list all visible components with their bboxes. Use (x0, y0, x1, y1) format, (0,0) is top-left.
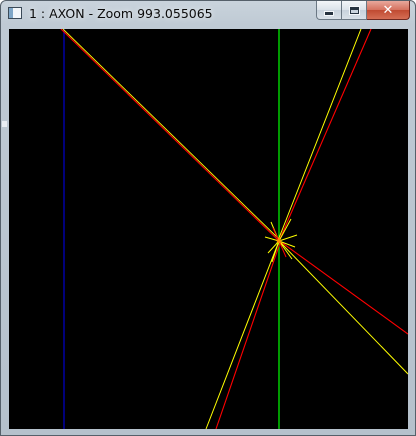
red-diagonal-lower-left (215, 242, 281, 429)
title-bar[interactable]: 1 : AXON - Zoom 993.055065 ✕ (1, 1, 415, 27)
red-diagonal-right (280, 241, 408, 335)
yellow-diagonal-lower-left (205, 240, 280, 429)
axon-window: 1 : AXON - Zoom 993.055065 ✕ (0, 0, 416, 436)
maximize-icon (348, 5, 360, 15)
window-title: 1 : AXON - Zoom 993.055065 (29, 6, 213, 21)
caption-buttons: ✕ (316, 1, 410, 21)
center-node (276, 238, 282, 244)
axon-drawing (60, 29, 408, 429)
window-app-icon[interactable] (8, 7, 22, 19)
minimize-button[interactable] (316, 1, 342, 20)
red-diagonal-upper-right (278, 29, 372, 242)
minimize-icon (324, 10, 334, 16)
maximize-button[interactable] (342, 1, 367, 20)
yellow-diagonal-upper-left (62, 29, 281, 241)
close-button[interactable]: ✕ (367, 1, 410, 20)
yellow-diagonal-lower-right (280, 242, 408, 375)
red-diagonal-upper-left (60, 29, 280, 242)
yellow-diagonal-upper-right (276, 29, 362, 244)
resize-grip[interactable] (2, 121, 7, 127)
axon-canvas[interactable] (9, 29, 408, 429)
close-icon: ✕ (382, 2, 394, 18)
